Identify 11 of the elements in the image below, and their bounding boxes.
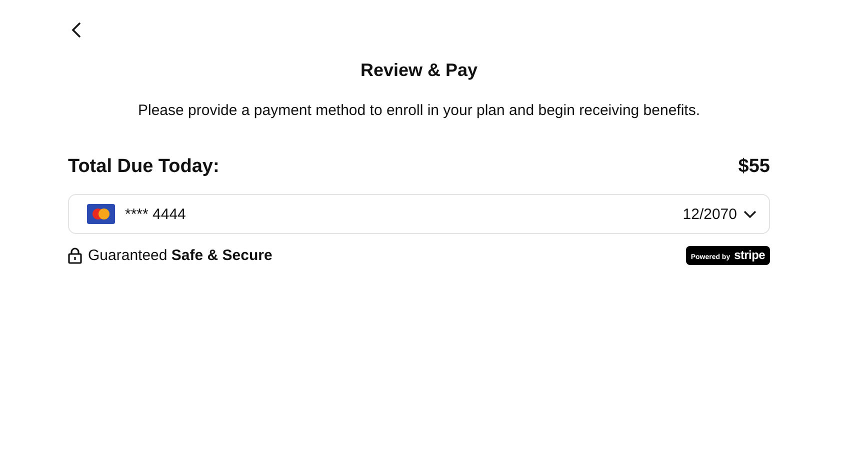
total-amount: $55 <box>738 155 770 179</box>
total-label: Total Due Today: <box>68 155 220 179</box>
card-brand-icon <box>87 204 115 224</box>
security-note: Guaranteed Safe & Secure <box>88 247 274 264</box>
card-number: **** 4444 <box>125 206 187 222</box>
description-text: Please provide a payment method to enroll in your plan and begin receiving benefits. <box>136 101 702 121</box>
lock-icon <box>68 247 82 264</box>
card-selector[interactable]: **** 4444 12/2070 <box>68 194 770 234</box>
chevron-down-icon <box>743 210 757 218</box>
page-title: Review & Pay <box>359 59 479 82</box>
card-expiry: 12/2070 <box>682 206 737 222</box>
